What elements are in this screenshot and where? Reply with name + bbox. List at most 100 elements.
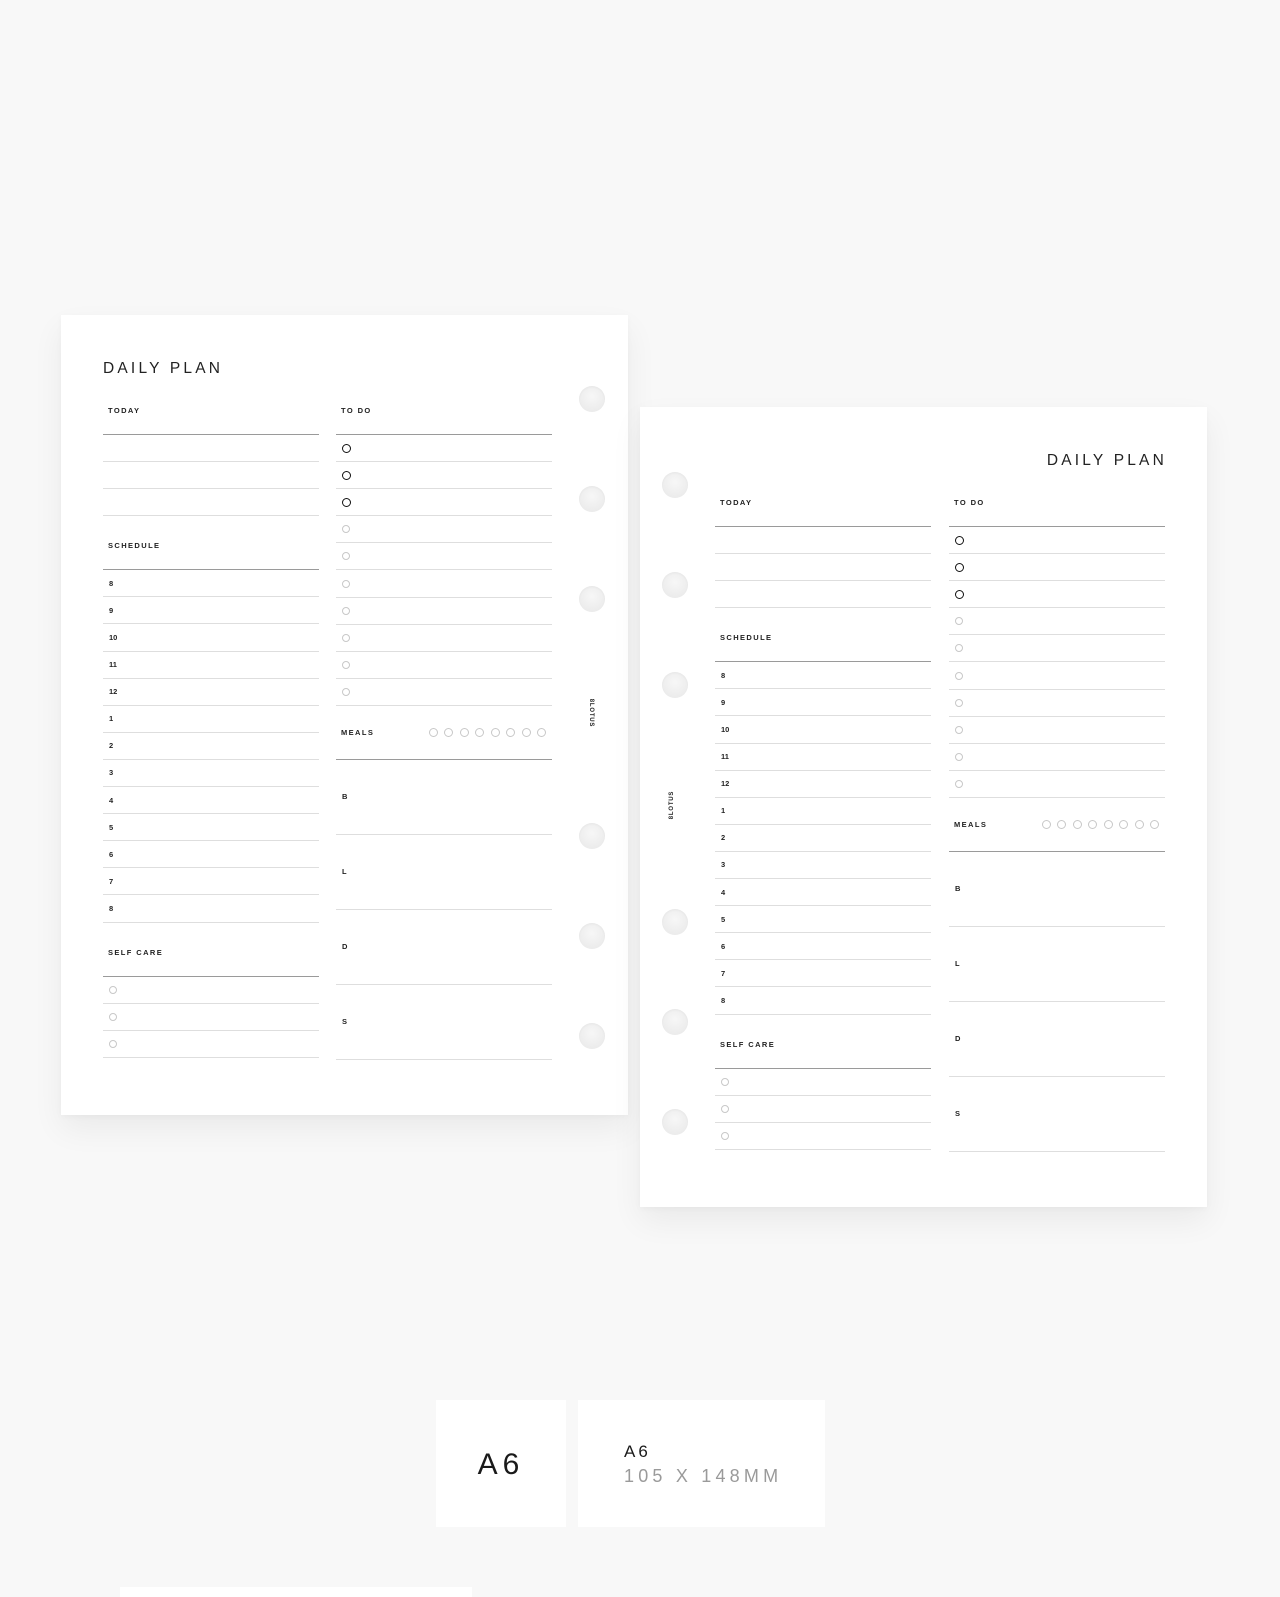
water-circle-icon[interactable] [506, 727, 515, 737]
schedule-row[interactable]: 7 [103, 868, 319, 896]
checkbox-circle-icon[interactable] [955, 617, 963, 626]
meal-row[interactable]: L [336, 835, 552, 910]
meal-row[interactable]: D [336, 910, 552, 985]
meal-row[interactable]: L [949, 927, 1165, 1002]
todo-item[interactable] [336, 516, 552, 544]
checkbox-circle-icon[interactable] [342, 687, 350, 696]
checkbox-circle-icon[interactable] [955, 671, 963, 680]
water-circle-icon[interactable] [475, 727, 484, 737]
checkbox-circle-icon[interactable] [955, 698, 963, 707]
meal-row[interactable]: D [949, 1002, 1165, 1077]
checkbox-circle-icon[interactable] [342, 525, 350, 534]
todo-item[interactable] [949, 771, 1165, 798]
self-care-item[interactable] [715, 1069, 931, 1096]
schedule-row[interactable]: 9 [103, 597, 319, 625]
self-care-item[interactable] [715, 1123, 931, 1150]
todo-item[interactable] [949, 581, 1165, 609]
checkbox-circle-icon[interactable] [721, 1131, 729, 1140]
checkbox-circle-icon[interactable] [109, 1039, 117, 1048]
checkbox-circle-icon[interactable] [721, 1104, 729, 1113]
meal-row[interactable]: S [336, 985, 552, 1060]
checkbox-circle-icon[interactable] [109, 985, 117, 994]
schedule-row[interactable]: 7 [715, 960, 931, 988]
todo-item[interactable] [949, 608, 1165, 636]
self-care-item[interactable] [103, 1004, 319, 1031]
checkbox-circle-icon[interactable] [955, 752, 963, 761]
water-circle-icon[interactable] [428, 727, 438, 737]
water-circle-icon[interactable] [521, 727, 531, 737]
water-circle-icon[interactable] [1057, 819, 1066, 829]
schedule-row[interactable]: 6 [103, 841, 319, 869]
checkbox-circle-icon[interactable] [342, 552, 350, 561]
todo-item[interactable] [949, 635, 1165, 663]
water-circle-icon[interactable] [490, 727, 500, 737]
todo-item[interactable] [949, 527, 1165, 555]
todo-item[interactable] [949, 690, 1165, 717]
todo-item[interactable] [336, 598, 552, 625]
checkbox-circle-icon[interactable] [955, 725, 963, 734]
water-circle-icon[interactable] [1150, 819, 1159, 829]
schedule-row[interactable]: 3 [103, 760, 319, 788]
todo-item[interactable] [336, 543, 552, 571]
priority-checkbox-icon[interactable] [955, 562, 964, 572]
self-care-item[interactable] [103, 977, 319, 1004]
schedule-row[interactable]: 11 [715, 744, 931, 771]
checkbox-circle-icon[interactable] [109, 1012, 117, 1021]
today-line[interactable] [103, 435, 319, 463]
water-circle-icon[interactable] [1119, 819, 1128, 829]
schedule-row[interactable]: 8 [715, 987, 931, 1015]
water-circle-icon[interactable] [459, 727, 469, 737]
schedule-row[interactable]: 11 [103, 652, 319, 679]
todo-item[interactable] [949, 744, 1165, 771]
schedule-row[interactable]: 1 [103, 706, 319, 733]
schedule-row[interactable]: 8 [103, 570, 319, 598]
today-line[interactable] [715, 581, 931, 609]
todo-item[interactable] [336, 652, 552, 679]
schedule-row[interactable]: 8 [103, 895, 319, 923]
water-circle-icon[interactable] [1072, 819, 1082, 829]
todo-item[interactable] [336, 462, 552, 490]
schedule-row[interactable]: 10 [103, 624, 319, 652]
schedule-row[interactable]: 2 [103, 733, 319, 760]
schedule-row[interactable]: 10 [715, 716, 931, 744]
water-circle-icon[interactable] [1088, 819, 1097, 829]
schedule-row[interactable]: 12 [103, 679, 319, 706]
checkbox-circle-icon[interactable] [342, 633, 350, 642]
schedule-row[interactable]: 5 [715, 906, 931, 934]
checkbox-circle-icon[interactable] [342, 579, 350, 588]
schedule-row[interactable]: 2 [715, 825, 931, 852]
meal-row[interactable]: B [949, 852, 1165, 927]
checkbox-circle-icon[interactable] [342, 660, 350, 669]
today-line[interactable] [715, 554, 931, 582]
priority-checkbox-icon[interactable] [955, 589, 964, 599]
water-circle-icon[interactable] [537, 727, 546, 737]
today-line[interactable] [103, 489, 319, 517]
schedule-row[interactable]: 8 [715, 662, 931, 690]
schedule-row[interactable]: 4 [715, 879, 931, 907]
checkbox-circle-icon[interactable] [955, 779, 963, 788]
priority-checkbox-icon[interactable] [342, 470, 351, 480]
today-line[interactable] [715, 527, 931, 555]
self-care-item[interactable] [715, 1096, 931, 1123]
water-circle-icon[interactable] [1103, 819, 1113, 829]
priority-checkbox-icon[interactable] [342, 497, 351, 507]
self-care-item[interactable] [103, 1031, 319, 1058]
today-line[interactable] [103, 462, 319, 490]
water-circle-icon[interactable] [1041, 819, 1051, 829]
todo-item[interactable] [336, 435, 552, 463]
todo-item[interactable] [949, 662, 1165, 690]
schedule-row[interactable]: 9 [715, 689, 931, 717]
checkbox-circle-icon[interactable] [721, 1077, 729, 1086]
meal-row[interactable]: S [949, 1077, 1165, 1152]
meal-row[interactable]: B [336, 760, 552, 835]
schedule-row[interactable]: 4 [103, 787, 319, 815]
water-circle-icon[interactable] [1134, 819, 1144, 829]
priority-checkbox-icon[interactable] [342, 443, 351, 453]
checkbox-circle-icon[interactable] [955, 644, 963, 653]
todo-item[interactable] [949, 554, 1165, 582]
todo-item[interactable] [336, 489, 552, 517]
priority-checkbox-icon[interactable] [955, 535, 964, 545]
todo-item[interactable] [949, 717, 1165, 744]
checkbox-circle-icon[interactable] [342, 606, 350, 615]
schedule-row[interactable]: 6 [715, 933, 931, 961]
